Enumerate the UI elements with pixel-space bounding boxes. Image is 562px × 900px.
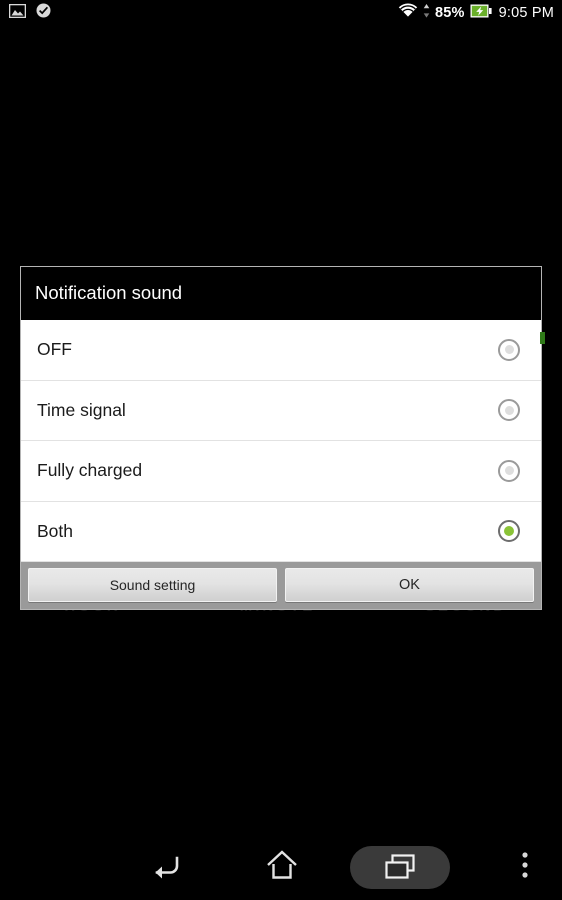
radio-dot: [504, 466, 514, 476]
option-label: Both: [37, 520, 73, 541]
recent-apps-button[interactable]: [341, 834, 459, 900]
list-item-both[interactable]: Both: [21, 501, 541, 562]
option-label: Fully charged: [37, 460, 143, 480]
navigation-bar: [0, 834, 562, 900]
back-arrow-icon: [146, 850, 182, 885]
status-bar-system: 85% 9:05 PM: [398, 3, 554, 23]
radio-dot: [504, 345, 514, 355]
menu-button[interactable]: [487, 834, 562, 900]
notification-sound-option-list: OFF Time signal Fully charged Both: [21, 320, 545, 562]
radio-dot: [504, 405, 514, 415]
dialog-button-bar: Sound setting OK: [21, 562, 541, 609]
back-button[interactable]: [105, 834, 223, 900]
radio-button-both[interactable]: [498, 520, 520, 543]
status-bar-clock: 9:05 PM: [498, 4, 554, 21]
status-bar: 85% 9:05 PM: [0, 0, 562, 26]
radio-button-fully-charged[interactable]: [498, 459, 520, 482]
check-cloud-icon: [35, 3, 52, 23]
option-label: Time signal: [37, 399, 126, 420]
gallery-icon: [8, 3, 27, 23]
battery-percent-label: 85%: [434, 4, 465, 21]
home-icon: [265, 849, 299, 886]
list-item-fully-charged[interactable]: Fully charged: [21, 441, 541, 502]
radio-button-time-signal[interactable]: [498, 399, 520, 422]
wifi-icon: [398, 3, 418, 23]
sound-setting-button[interactable]: Sound setting: [28, 568, 277, 602]
data-transfer-icon: [423, 3, 430, 23]
radio-button-off[interactable]: [498, 338, 520, 361]
list-item-time-signal[interactable]: Time signal: [21, 380, 541, 441]
overflow-menu-icon: [521, 851, 529, 884]
list-item-off[interactable]: OFF: [21, 320, 541, 381]
dialog-header: Notification sound: [21, 267, 541, 320]
ok-button[interactable]: OK: [285, 568, 534, 602]
home-button[interactable]: [223, 834, 341, 900]
list-scrollbar[interactable]: [540, 332, 545, 344]
dialog-title: Notification sound: [35, 282, 183, 304]
sound-setting-button-label: Sound setting: [109, 577, 196, 593]
notification-sound-dialog: Notification sound OFF Time signal Fully…: [20, 266, 545, 610]
radio-dot-selected: [504, 526, 514, 537]
status-bar-notifications: [8, 3, 52, 23]
battery-charging-icon: [470, 4, 492, 23]
recent-apps-icon: [385, 854, 415, 879]
option-label: OFF: [37, 339, 72, 359]
ok-button-label: OK: [399, 576, 420, 593]
